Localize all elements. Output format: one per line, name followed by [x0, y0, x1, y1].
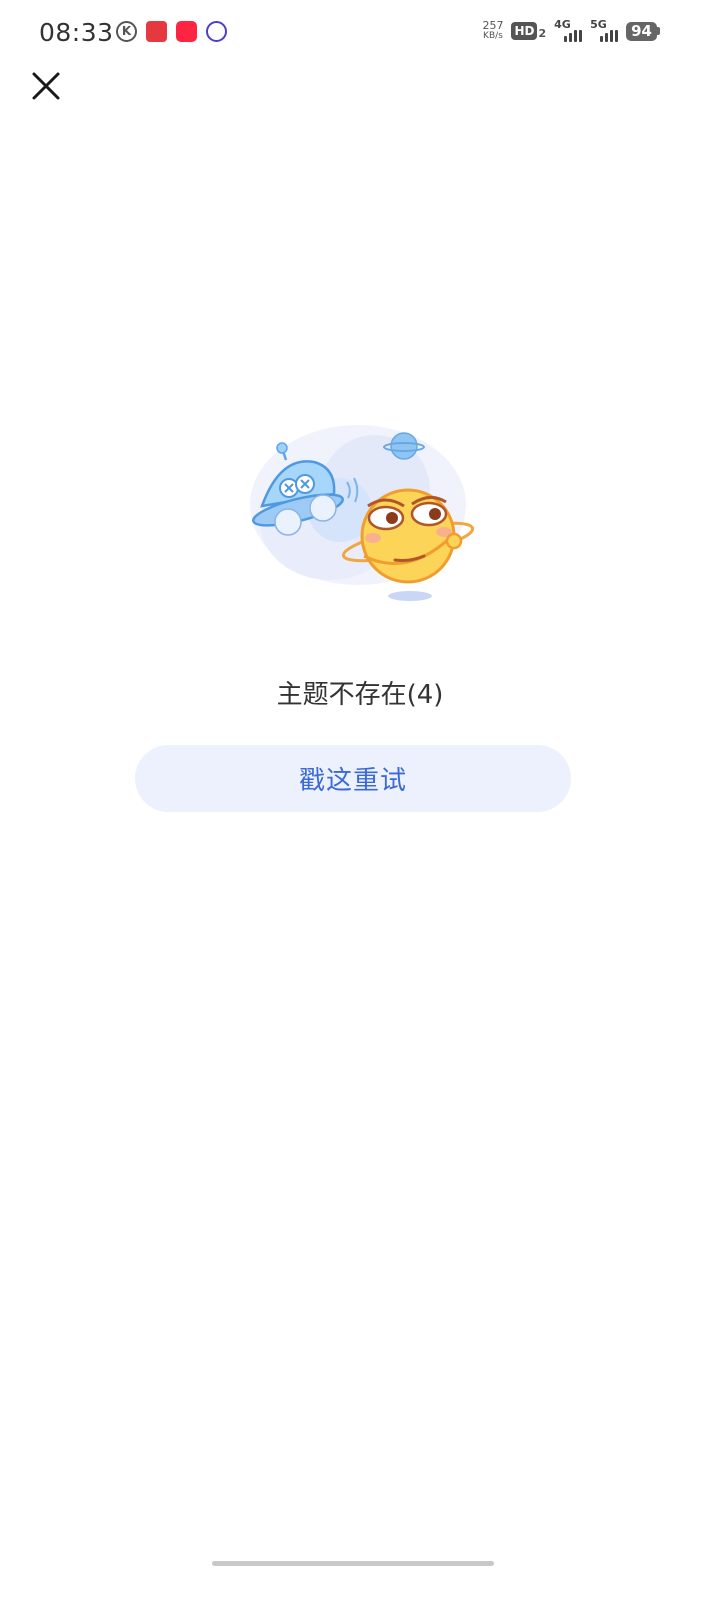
- xiaohongshu-icon: [176, 21, 197, 42]
- battery-level: 94: [626, 21, 657, 41]
- signal-5g-label: 5G: [590, 18, 607, 31]
- error-message: 主题不存在(4): [276, 680, 444, 710]
- hd-voice-icon: HD 2: [511, 22, 546, 40]
- status-bar: 08:33 K 257 KB/s HD 2 4G 5G 94: [0, 0, 720, 64]
- status-time: 08:33: [39, 18, 114, 47]
- hd-sub: 2: [538, 27, 547, 40]
- signal-4g-icon: 4G: [554, 18, 583, 42]
- network-speed: 257 KB/s: [482, 19, 504, 41]
- screen: 08:33 K 257 KB/s HD 2 4G 5G 94 主题不存在(4) …: [0, 0, 720, 1600]
- retry-label: 戳这重试: [298, 766, 407, 796]
- k-icon: K: [116, 21, 137, 42]
- signal-5g-icon: 5G: [590, 18, 619, 42]
- network-speed-value: 257: [482, 19, 504, 32]
- error-illustration: [240, 410, 480, 610]
- battery-icon: 94: [626, 21, 660, 41]
- signal-4g-label: 4G: [554, 18, 571, 31]
- notification-icons: K: [116, 21, 227, 42]
- retry-button[interactable]: 戳这重试: [135, 745, 571, 812]
- home-indicator[interactable]: [212, 1561, 494, 1566]
- hd-label: HD: [511, 22, 538, 40]
- taobao-icon: [146, 21, 167, 42]
- system-icons: 257 KB/s HD 2 4G 5G 94: [482, 18, 660, 42]
- network-speed-unit: KB/s: [483, 31, 503, 41]
- close-button[interactable]: [26, 66, 66, 106]
- tieba-icon: [206, 21, 227, 42]
- close-icon: [32, 72, 60, 100]
